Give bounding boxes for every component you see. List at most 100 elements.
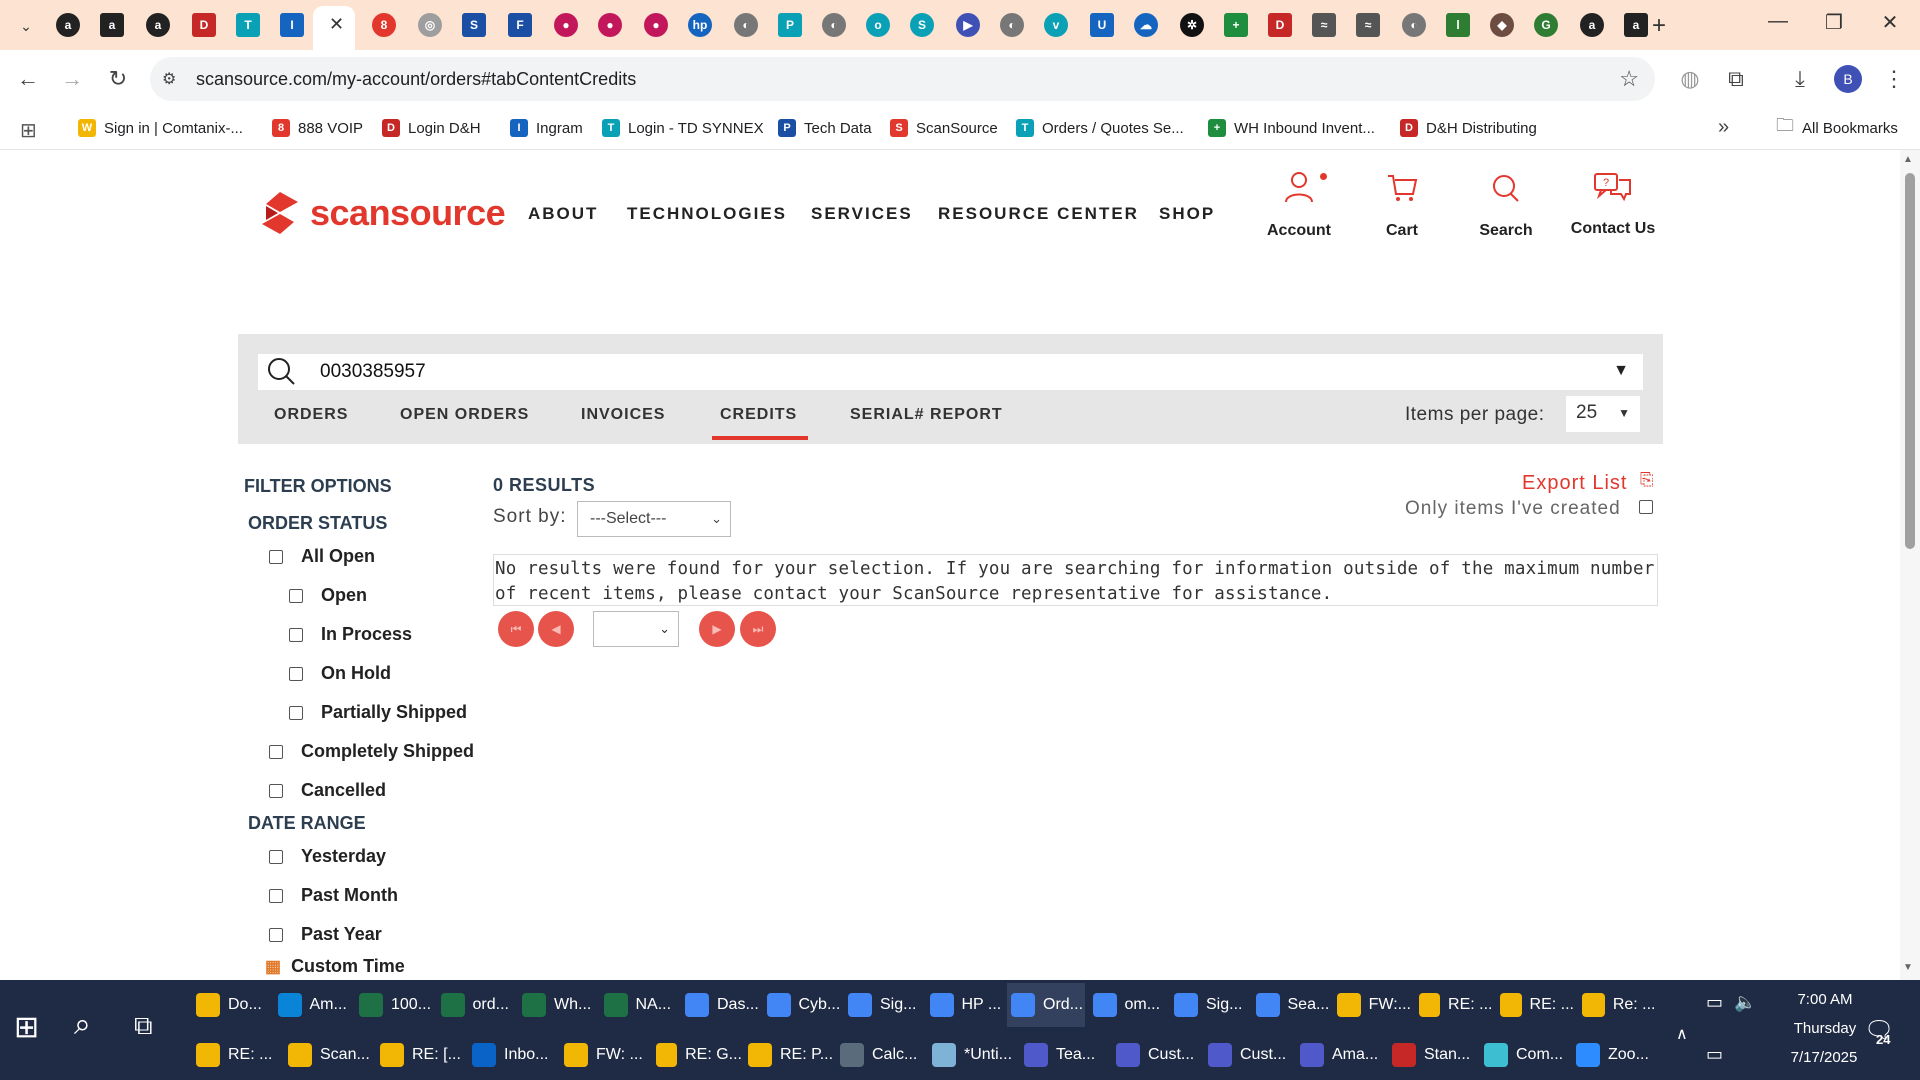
scansource-logo[interactable]: scansource [258, 190, 506, 236]
taskbar-app-button[interactable]: Das... [681, 983, 759, 1027]
tab-serial-report[interactable]: SERIAL# REPORT [850, 406, 1003, 424]
filter-custom-time[interactable]: ▦ Custom Time [265, 956, 405, 977]
taskbar-app-button[interactable]: Do... [192, 983, 270, 1027]
tab-tdsynnex-icon[interactable]: T [236, 13, 260, 37]
taskbar-app-button[interactable]: Sig... [1170, 983, 1248, 1027]
tab-globe-icon[interactable]: ◐ [734, 13, 758, 37]
tab-open-orders[interactable]: OPEN ORDERS [400, 406, 529, 424]
cart-link[interactable]: Cart [1347, 170, 1457, 240]
tab-openai-icon[interactable]: ✲ [1180, 13, 1204, 37]
filter-partially-shipped[interactable]: Partially Shipped [289, 702, 467, 723]
taskbar-app-button[interactable]: Cyb... [763, 983, 841, 1027]
clock-time[interactable]: 7:00 AM [1780, 991, 1870, 1008]
tab-globe-icon[interactable]: ◐ [822, 13, 846, 37]
tab-globe-icon[interactable]: ◐ [1402, 13, 1426, 37]
checkbox[interactable] [289, 627, 303, 642]
tab-plus-icon[interactable]: + [1224, 13, 1248, 37]
checkbox[interactable] [269, 783, 283, 798]
tab-f-icon[interactable]: F [508, 13, 532, 37]
tab-logi-icon[interactable]: l [1446, 13, 1470, 37]
tab-cloud-icon[interactable]: ☁ [1134, 13, 1158, 37]
tab-amazon-icon[interactable]: a [100, 13, 124, 37]
bookmark-item[interactable]: S ScanSource [890, 116, 998, 140]
taskbar-app-button[interactable]: Cust... [1112, 1033, 1202, 1077]
taskbar-app-button[interactable]: FW: ... [560, 1033, 650, 1077]
volume-icon[interactable]: 🔈 [1734, 992, 1756, 1013]
sort-select[interactable]: ---Select--- ⌄ [577, 501, 731, 537]
bookmark-item[interactable]: D Login D&H [382, 116, 481, 140]
apps-grid-icon[interactable]: ⊞ [20, 118, 37, 143]
items-per-page-select[interactable]: 25 ▼ [1566, 396, 1640, 432]
display-icon[interactable]: ▭ [1706, 1044, 1723, 1065]
tab-ingram-icon[interactable]: I [280, 13, 304, 37]
tab-lg-icon[interactable]: ● [598, 13, 622, 37]
url-text[interactable]: scansource.com/my-account/orders#tabCont… [196, 69, 636, 90]
caret-down-icon[interactable]: ▼ [1613, 362, 1629, 380]
tab-u-icon[interactable]: U [1090, 13, 1114, 37]
tray-chevron-icon[interactable]: ∧ [1676, 1024, 1688, 1044]
bookmark-item[interactable]: T Orders / Quotes Se... [1016, 116, 1184, 140]
close-window-button[interactable]: ✕ [1870, 10, 1910, 35]
page-select[interactable]: ⌄ [593, 611, 679, 647]
reload-icon[interactable]: ↻ [104, 66, 132, 92]
tab-credits[interactable]: CREDITS [720, 406, 797, 424]
profile-avatar[interactable]: B [1834, 65, 1862, 93]
bookmark-item[interactable]: T Login - TD SYNNEX [602, 116, 764, 140]
filter-open[interactable]: Open [289, 585, 367, 606]
tab-amazon-icon[interactable]: a [1624, 13, 1648, 37]
site-info-icon[interactable]: ⚙ [162, 69, 176, 89]
nav-technologies[interactable]: TECHNOLOGIES [627, 204, 787, 224]
taskbar-app-button[interactable]: RE: P... [744, 1033, 834, 1077]
taskbar-app-button[interactable]: Am... [274, 983, 352, 1027]
taskbar-app-button[interactable]: Re: ... [1578, 983, 1656, 1027]
downloads-icon[interactable]: ⤓ [1786, 66, 1814, 92]
clock-date[interactable]: 7/17/2025 [1772, 1049, 1876, 1066]
search-input[interactable]: 0030385957 ▼ [258, 354, 1643, 390]
first-page-icon[interactable]: ⏮ [498, 611, 534, 647]
bookmark-item[interactable]: + WH Inbound Invent... [1208, 116, 1375, 140]
filter-in-process[interactable]: In Process [289, 624, 412, 645]
more-bookmarks-icon[interactable]: » [1718, 116, 1729, 139]
address-bar[interactable]: ⚙ scansource.com/my-account/orders#tabCo… [150, 57, 1655, 101]
taskbar-app-button[interactable]: Wh... [518, 983, 596, 1027]
filter-past-month[interactable]: Past Month [269, 885, 398, 906]
forward-icon[interactable]: → [58, 66, 86, 92]
next-page-icon[interactable]: ▶ [699, 611, 735, 647]
filter-completely-shipped[interactable]: Completely Shipped [269, 741, 474, 762]
taskbar-app-button[interactable]: RE: ... [1496, 983, 1574, 1027]
tab-amazon-icon[interactable]: a [56, 13, 80, 37]
tab-orders[interactable]: ORDERS [274, 406, 348, 424]
bookmark-item[interactable]: W Sign in | Comtanix-... [78, 116, 243, 140]
nav-resource-center[interactable]: RESOURCE CENTER [938, 204, 1139, 224]
taskbar-app-button[interactable]: Stan... [1388, 1033, 1478, 1077]
tab-invoices[interactable]: INVOICES [581, 406, 665, 424]
tab-v-icon[interactable]: v [1044, 13, 1068, 37]
checkbox[interactable] [289, 666, 303, 681]
checkbox[interactable] [269, 927, 283, 942]
checkbox[interactable] [269, 549, 283, 564]
bookmark-item[interactable]: I Ingram [510, 116, 583, 140]
bookmark-star-icon[interactable]: ☆ [1619, 66, 1639, 92]
filter-past-year[interactable]: Past Year [269, 924, 382, 945]
taskbar-app-button[interactable]: *Unti... [928, 1033, 1018, 1077]
tab-search-icon[interactable]: ⌄ [12, 12, 40, 40]
tab-globe-icon[interactable]: ◐ [1000, 13, 1024, 37]
windows-start-icon[interactable]: ⊞ [14, 1010, 39, 1045]
tab-d-icon[interactable]: ▶ [956, 13, 980, 37]
nav-about[interactable]: ABOUT [528, 204, 598, 224]
search-value[interactable]: 0030385957 [320, 361, 426, 383]
back-icon[interactable]: ← [14, 66, 42, 92]
taskbar-app-button[interactable]: RE: G... [652, 1033, 742, 1077]
taskbar-app-button[interactable]: ord... [437, 983, 515, 1027]
tab-stn-icon[interactable]: S [462, 13, 486, 37]
taskbar-app-button[interactable]: Ord... [1007, 983, 1085, 1027]
taskbar-app-button[interactable]: Com... [1480, 1033, 1570, 1077]
account-link[interactable]: Account [1244, 170, 1354, 240]
taskbar-app-button[interactable]: Cust... [1204, 1033, 1294, 1077]
network-icon[interactable]: ▭ [1706, 992, 1723, 1013]
tab-o-icon[interactable]: o [866, 13, 890, 37]
tab-generic-icon[interactable]: ◆ [1490, 13, 1514, 37]
taskbar-app-button[interactable]: 100... [355, 983, 433, 1027]
search-link[interactable]: Search [1451, 170, 1561, 240]
bookmark-item[interactable]: P Tech Data [778, 116, 872, 140]
